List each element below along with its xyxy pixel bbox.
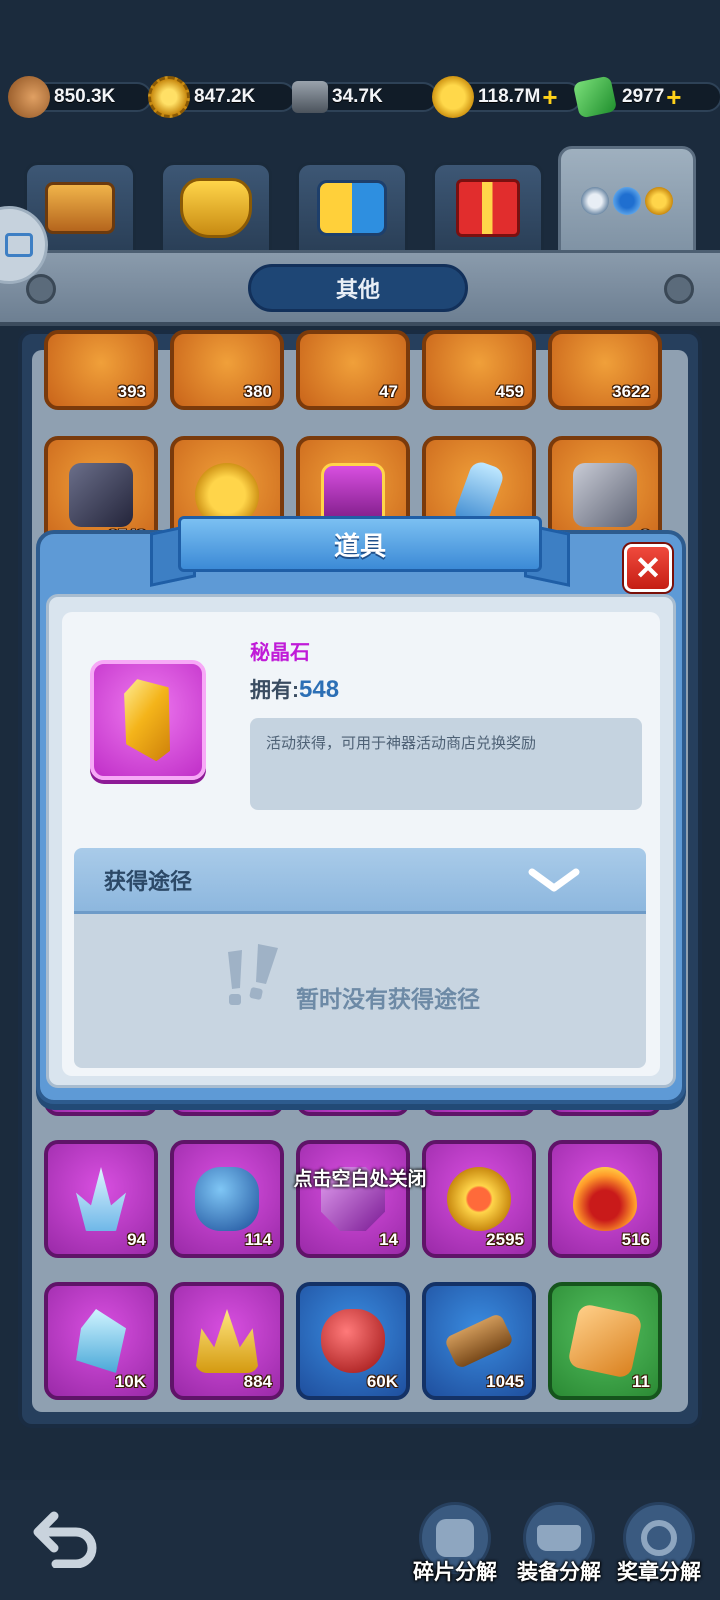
medal-amount: 847.2K bbox=[194, 86, 256, 107]
inventory-slot[interactable]: 10K bbox=[44, 1282, 158, 1400]
yellow-crystal-icon bbox=[117, 675, 178, 765]
slot-count: 3622 bbox=[612, 382, 650, 401]
resource-wood: 850.3K bbox=[8, 76, 152, 118]
owned-label: 拥有: bbox=[250, 679, 299, 702]
slot-count: 114 bbox=[244, 1230, 272, 1249]
tab-armor[interactable] bbox=[160, 162, 272, 254]
rune-stone-icon bbox=[573, 463, 637, 527]
heart-stone-icon bbox=[567, 1303, 643, 1379]
inventory-slot[interactable]: 884 bbox=[170, 1282, 284, 1400]
slot-count: 11 bbox=[632, 1372, 650, 1391]
wood-log-icon bbox=[8, 76, 50, 118]
iron-ore-icon bbox=[292, 81, 328, 113]
resource-iron: 34.7K bbox=[292, 76, 438, 118]
slot-count: 2595 bbox=[486, 1230, 524, 1249]
no-source-text: 暂时没有获得途径 bbox=[296, 986, 480, 1012]
close-button[interactable]: ✕ bbox=[624, 544, 672, 592]
coin-amount: 118.7M bbox=[478, 86, 541, 107]
resource-medal: 847.2K bbox=[148, 76, 296, 118]
resource-coin[interactable]: 118.7M + bbox=[432, 76, 582, 118]
treasure-chest-icon bbox=[45, 182, 115, 234]
puzzle-piece-icon bbox=[317, 180, 387, 236]
exclamation-icon bbox=[228, 944, 278, 1005]
owned-value: 548 bbox=[299, 676, 340, 703]
inventory-slot[interactable]: 60K bbox=[296, 1282, 410, 1400]
fragment-decompose-button[interactable]: 碎片分解 bbox=[400, 1502, 510, 1592]
dialog-title-ribbon: 道具 bbox=[150, 516, 570, 587]
inventory-slot[interactable]: 1045 bbox=[422, 1282, 536, 1400]
inventory-slot[interactable]: 14 bbox=[296, 1140, 410, 1258]
item-icon-frame bbox=[90, 660, 206, 780]
bolt-left-icon bbox=[26, 274, 56, 304]
bolt-right-icon bbox=[664, 274, 694, 304]
inventory-slot[interactable]: 380 bbox=[170, 330, 284, 410]
gold-crown-crystal-icon bbox=[195, 1309, 259, 1373]
slot-count: 459 bbox=[495, 382, 524, 401]
dialog-title: 道具 bbox=[178, 516, 542, 572]
hammer-icon bbox=[443, 1312, 515, 1370]
inventory-slot[interactable]: 11 bbox=[548, 1282, 662, 1400]
armor-icon bbox=[180, 178, 252, 238]
category-label: 其他 bbox=[248, 264, 468, 312]
gem-amount: 2977 bbox=[622, 86, 665, 107]
add-coin-button[interactable]: + bbox=[542, 84, 557, 110]
wood-amount: 850.3K bbox=[54, 86, 116, 107]
orbs-icon bbox=[581, 187, 673, 215]
add-gem-button[interactable]: + bbox=[666, 84, 681, 110]
gold-coin-icon bbox=[432, 76, 474, 118]
slot-count: 14 bbox=[379, 1230, 398, 1249]
inventory-slot[interactable]: 459 bbox=[422, 330, 536, 410]
iron-amount: 34.7K bbox=[332, 86, 383, 107]
item-description: 活动获得，可用于神器活动商店兑换奖励 bbox=[250, 718, 642, 810]
close-hint[interactable]: 点击空白处关闭 bbox=[0, 1164, 720, 1191]
slot-count: 94 bbox=[127, 1230, 146, 1249]
tab-puzzle[interactable] bbox=[296, 162, 408, 254]
slot-count: 1045 bbox=[486, 1372, 524, 1391]
inventory-slot[interactable]: 3622 bbox=[548, 330, 662, 410]
slot-count: 393 bbox=[117, 382, 146, 401]
close-icon: ✕ bbox=[634, 550, 662, 586]
chat-icon bbox=[5, 233, 33, 257]
inventory-slot[interactable]: 47 bbox=[296, 330, 410, 410]
slot-count: 516 bbox=[621, 1230, 650, 1249]
slot-count: 60K bbox=[366, 1372, 398, 1391]
slot-count: 380 bbox=[243, 382, 272, 401]
slot-count: 47 bbox=[379, 382, 398, 401]
inventory-slot[interactable]: 393 bbox=[44, 330, 158, 410]
resource-gem[interactable]: 2977 + bbox=[572, 75, 720, 119]
tab-gift[interactable] bbox=[432, 162, 544, 254]
source-header-label: 获得途径 bbox=[104, 868, 193, 894]
inventory-slot[interactable]: 114 bbox=[170, 1140, 284, 1258]
red-gem-icon bbox=[321, 1309, 385, 1373]
equipment-decompose-button[interactable]: 装备分解 bbox=[504, 1502, 614, 1592]
inventory-slot[interactable]: 516 bbox=[548, 1140, 662, 1258]
tab-other[interactable] bbox=[558, 146, 696, 256]
slot-count: 10K bbox=[114, 1372, 146, 1391]
inventory-slot[interactable]: 94 bbox=[44, 1140, 158, 1258]
ice-crystal-icon bbox=[76, 1309, 126, 1373]
inventory-slot[interactable]: 2595 bbox=[422, 1140, 536, 1258]
item-name: 秘晶石 bbox=[250, 642, 310, 664]
item-owned: 拥有:548 bbox=[250, 674, 339, 704]
equipment-decompose-label: 装备分解 bbox=[517, 1561, 601, 1584]
fragment-decompose-label: 碎片分解 bbox=[413, 1561, 497, 1584]
slot-count: 884 bbox=[243, 1372, 272, 1391]
gold-medal-icon bbox=[148, 76, 190, 118]
badge-decompose-button[interactable]: 奖章分解 bbox=[604, 1502, 714, 1592]
gift-box-icon bbox=[456, 179, 520, 237]
green-gem-icon bbox=[572, 75, 618, 119]
back-button[interactable] bbox=[32, 1508, 102, 1568]
badge-decompose-label: 奖章分解 bbox=[617, 1561, 701, 1584]
chevron-down-icon[interactable] bbox=[528, 866, 580, 896]
dark-stone-icon bbox=[69, 463, 133, 527]
